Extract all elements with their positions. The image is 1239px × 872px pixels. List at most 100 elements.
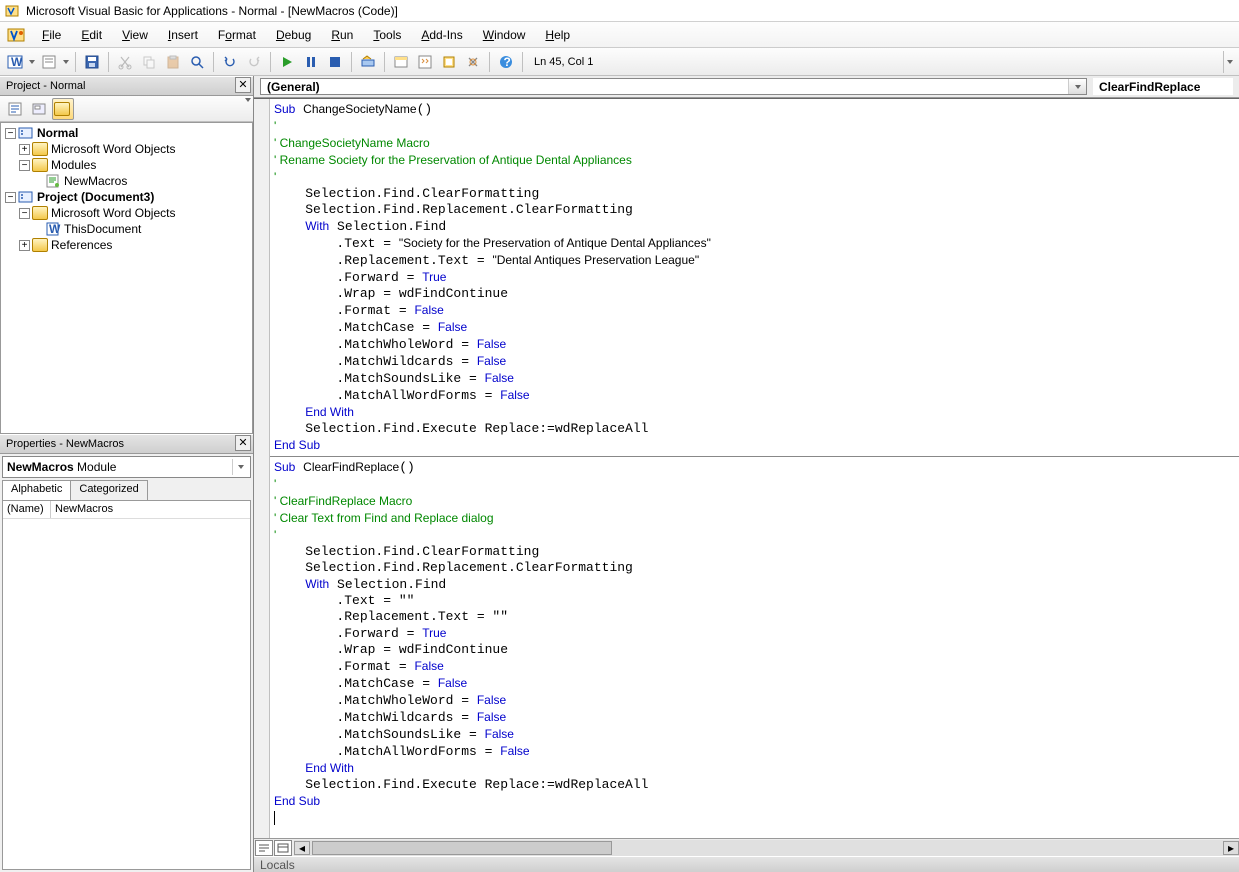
separator (108, 52, 109, 72)
toolbar-overflow-icon[interactable] (245, 102, 251, 116)
copy-button[interactable] (138, 51, 160, 73)
property-row[interactable]: (Name) NewMacros (3, 501, 250, 519)
tree-item-modules[interactable]: −Modules (1, 157, 252, 173)
toolbox-button[interactable] (462, 51, 484, 73)
horizontal-scrollbar[interactable]: ◂ ▸ (294, 840, 1239, 856)
combo-object-type: Module (77, 460, 116, 474)
menu-debug[interactable]: Debug (268, 24, 319, 46)
properties-tabs: Alphabetic Categorized (2, 480, 251, 500)
save-button[interactable] (81, 51, 103, 73)
object-dropdown-value: (General) (267, 80, 320, 94)
project-icon (18, 190, 34, 204)
project-pane-header: Project - Normal ✕ (0, 76, 253, 96)
menubar: File Edit View Insert Format Debug Run T… (0, 22, 1239, 48)
tree-item-refs[interactable]: +References (1, 237, 252, 253)
reset-button[interactable] (324, 51, 346, 73)
vba-menu-icon (6, 25, 26, 45)
separator (522, 52, 523, 72)
project-explorer-button[interactable] (390, 51, 412, 73)
project-tree[interactable]: −Normal +Microsoft Word Objects −Modules… (0, 122, 253, 434)
scroll-right-icon[interactable]: ▸ (1223, 841, 1239, 855)
toolbar-overflow-icon[interactable] (1223, 51, 1235, 73)
menu-run[interactable]: Run (323, 24, 361, 46)
insert-button[interactable] (38, 51, 60, 73)
window-title: Microsoft Visual Basic for Applications … (26, 4, 398, 18)
chevron-down-icon[interactable] (232, 459, 248, 475)
folder-icon (32, 158, 48, 172)
code-object-proc-bar: (General) ClearFindReplace (254, 76, 1239, 98)
menu-view[interactable]: View (114, 24, 156, 46)
menu-tools[interactable]: Tools (365, 24, 409, 46)
tab-alphabetic[interactable]: Alphabetic (2, 480, 71, 500)
tree-item-newmacros[interactable]: NewMacros (1, 173, 252, 189)
menu-help[interactable]: Help (537, 24, 578, 46)
separator (270, 52, 271, 72)
tree-item-project[interactable]: −Project (Document3) (1, 189, 252, 205)
cut-button[interactable] (114, 51, 136, 73)
dropdown-arrow-icon[interactable] (62, 60, 70, 64)
tree-item-mwo2[interactable]: −Microsoft Word Objects (1, 205, 252, 221)
properties-pane: Properties - NewMacros ✕ NewMacros Modul… (0, 434, 253, 872)
menu-file[interactable]: File (34, 24, 69, 46)
chevron-down-icon[interactable] (1068, 79, 1086, 94)
menu-format[interactable]: Format (210, 24, 264, 46)
properties-object-combo[interactable]: NewMacros Module (2, 456, 251, 478)
separator (489, 52, 490, 72)
properties-button[interactable] (414, 51, 436, 73)
full-module-view-button[interactable] (274, 840, 292, 856)
project-pane-title: Project - Normal (6, 80, 85, 92)
svg-text:W: W (49, 222, 61, 236)
procedure-dropdown[interactable]: ClearFindReplace (1093, 78, 1233, 95)
find-button[interactable] (186, 51, 208, 73)
tree-item-mwo1[interactable]: +Microsoft Word Objects (1, 141, 252, 157)
tree-item-thisdoc[interactable]: WThisDocument (1, 221, 252, 237)
locals-title: Locals (260, 858, 295, 872)
properties-pane-close-button[interactable]: ✕ (235, 435, 251, 451)
run-button[interactable] (276, 51, 298, 73)
project-pane-close-button[interactable]: ✕ (235, 77, 251, 93)
property-value[interactable]: NewMacros (51, 501, 250, 518)
code-view-bar: ◂ ▸ (254, 838, 1239, 856)
separator (384, 52, 385, 72)
view-object-button[interactable] (28, 98, 50, 120)
properties-pane-header: Properties - NewMacros ✕ (0, 434, 253, 454)
undo-button[interactable] (219, 51, 241, 73)
module-icon (45, 174, 61, 188)
dropdown-arrow-icon[interactable] (28, 60, 36, 64)
svg-text:W: W (11, 55, 23, 69)
doc-icon: W (45, 222, 61, 236)
scroll-left-icon[interactable]: ◂ (294, 841, 310, 855)
redo-button[interactable] (243, 51, 265, 73)
view-code-button[interactable] (4, 98, 26, 120)
procedure-view-button[interactable] (255, 840, 273, 856)
menu-insert[interactable]: Insert (160, 24, 206, 46)
paste-button[interactable] (162, 51, 184, 73)
locals-pane-header[interactable]: Locals (254, 856, 1239, 872)
help-button[interactable]: ? (495, 51, 517, 73)
design-mode-button[interactable] (357, 51, 379, 73)
toggle-folders-button[interactable] (52, 98, 74, 120)
menu-window[interactable]: Window (475, 24, 534, 46)
code-margin[interactable] (254, 99, 270, 838)
tab-categorized[interactable]: Categorized (70, 480, 147, 500)
view-word-button[interactable]: W (4, 51, 26, 73)
tree-item-normal[interactable]: −Normal (1, 125, 252, 141)
menu-addins[interactable]: Add-Ins (413, 24, 470, 46)
combo-object-name: NewMacros (7, 460, 74, 474)
svg-text:?: ? (504, 55, 511, 69)
properties-grid[interactable]: (Name) NewMacros (2, 500, 251, 870)
scrollbar-thumb[interactable] (312, 841, 612, 855)
main-toolbar: W ? Ln 45, Col 1 (0, 48, 1239, 76)
project-icon (18, 126, 34, 140)
object-browser-button[interactable] (438, 51, 460, 73)
property-name: (Name) (3, 501, 51, 518)
code-editor[interactable]: Sub ChangeSocietyName() ' ' ChangeSociet… (270, 99, 1239, 838)
folder-icon (32, 238, 48, 252)
menu-edit[interactable]: Edit (73, 24, 110, 46)
break-button[interactable] (300, 51, 322, 73)
separator (351, 52, 352, 72)
object-dropdown[interactable]: (General) (260, 78, 1087, 95)
separator (75, 52, 76, 72)
titlebar: Microsoft Visual Basic for Applications … (0, 0, 1239, 22)
properties-pane-title: Properties - NewMacros (6, 438, 124, 450)
